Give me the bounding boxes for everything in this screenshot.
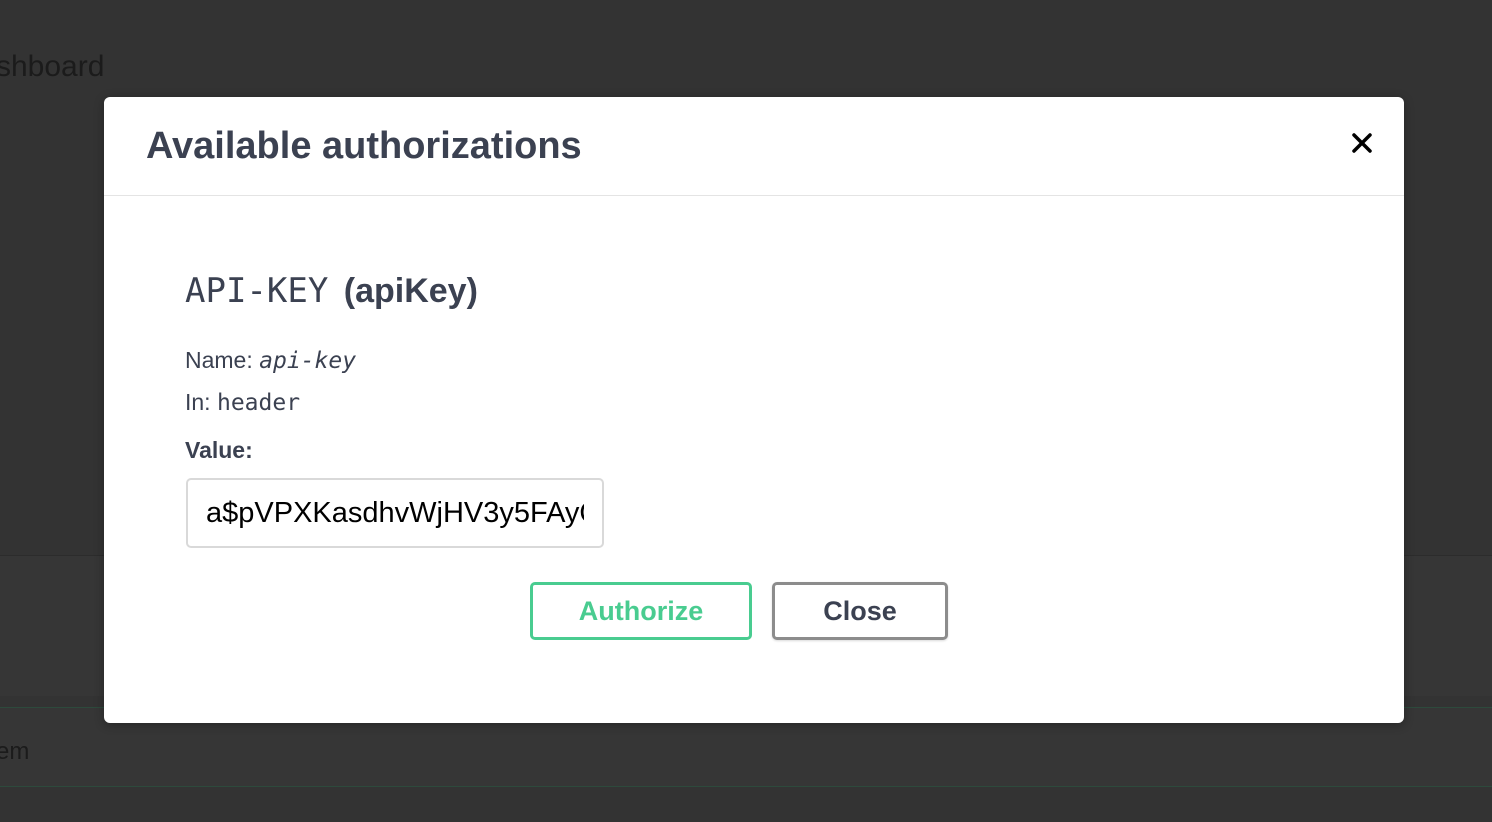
modal-title: Available authorizations <box>146 125 582 167</box>
api-key-value-input[interactable] <box>186 478 604 548</box>
authorize-button[interactable]: Authorize <box>530 582 752 640</box>
name-value: api-key <box>259 348 357 374</box>
auth-scheme-name: API-KEY <box>185 271 329 311</box>
modal-header: Available authorizations <box>104 97 1404 196</box>
name-label: Name: <box>185 347 253 373</box>
close-button[interactable]: Close <box>772 582 948 640</box>
in-value: header <box>216 390 301 416</box>
auth-scheme-heading: API-KEY (apiKey) <box>185 271 478 311</box>
value-label: Value: <box>185 437 253 463</box>
in-label: In: <box>185 389 211 415</box>
auth-in-line: In: header <box>185 389 300 416</box>
auth-scheme-type: (apiKey) <box>343 272 478 310</box>
background-page-title: shboard <box>0 50 105 83</box>
close-icon[interactable] <box>1344 125 1380 161</box>
background-row-label: em <box>0 738 30 765</box>
authorization-modal: Available authorizations API-KEY (apiKey… <box>104 97 1404 723</box>
auth-name-line: Name: api-key <box>185 347 356 374</box>
